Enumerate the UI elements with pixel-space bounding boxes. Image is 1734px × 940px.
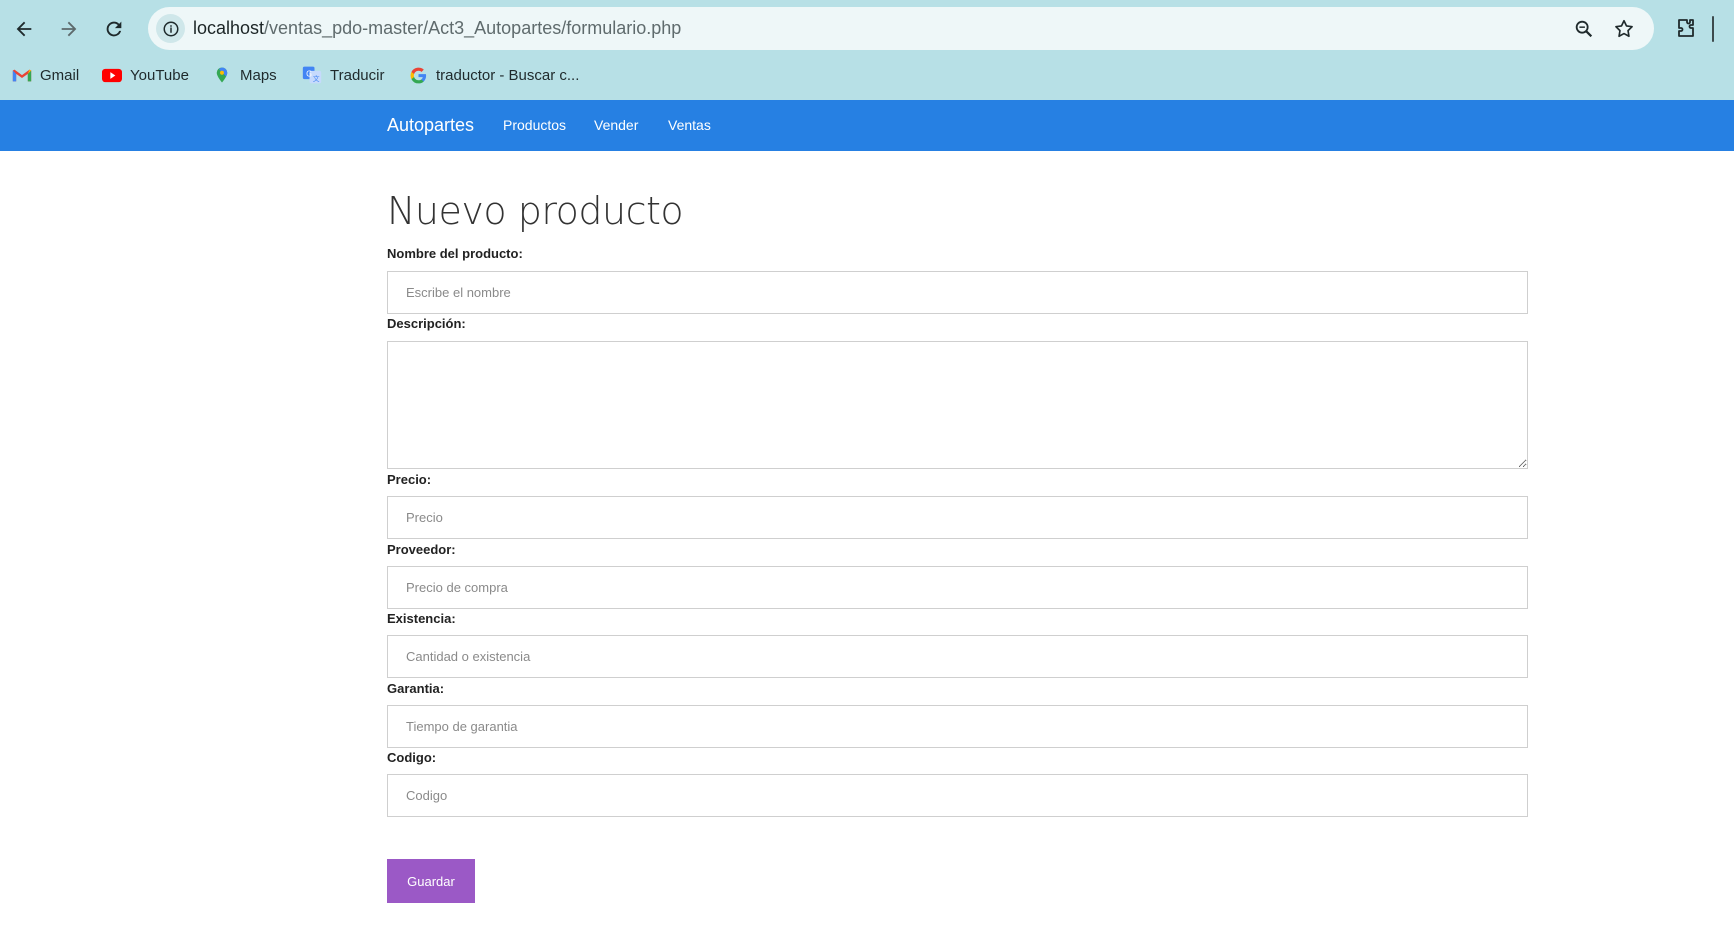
- bookmark-label: Maps: [240, 66, 277, 84]
- app-navbar: Autopartes Productos Vender Ventas: [0, 100, 1734, 151]
- google-icon: [408, 65, 428, 85]
- bookmark-traducir[interactable]: G文 Traducir: [302, 62, 384, 88]
- back-button[interactable]: [7, 12, 41, 46]
- bookmark-label: YouTube: [130, 66, 189, 84]
- proveedor-input[interactable]: [387, 566, 1528, 609]
- bookmark-traductor[interactable]: traductor - Buscar c...: [408, 62, 579, 88]
- existencia-input[interactable]: [387, 635, 1528, 678]
- window-divider: [1712, 16, 1714, 42]
- codigo-label: Codigo:: [387, 750, 437, 765]
- nav-link-productos[interactable]: Productos: [503, 100, 566, 151]
- zoom-icon[interactable]: [1572, 17, 1596, 41]
- gmail-icon: [12, 65, 32, 85]
- bookmarks-bar: Gmail YouTube Maps G文 Traducir traductor…: [0, 58, 1734, 92]
- bookmark-label: Gmail: [40, 66, 80, 84]
- url-host: localhost: [193, 18, 265, 38]
- nav-link-vender[interactable]: Vender: [594, 100, 638, 151]
- garantia-input[interactable]: [387, 705, 1528, 748]
- svg-text:G: G: [306, 70, 312, 79]
- forward-button[interactable]: [52, 12, 86, 46]
- browser-toolbar: localhost/ventas_pdo-master/Act3_Autopar…: [0, 0, 1734, 56]
- url-path: /ventas_pdo-master/Act3_Autopartes/formu…: [264, 18, 682, 38]
- arrow-right-icon: [61, 21, 77, 37]
- proveedor-label: Proveedor:: [387, 542, 456, 557]
- extensions-icon[interactable]: [1672, 14, 1700, 42]
- arrow-left-icon: [16, 21, 32, 37]
- bookmark-label: traductor - Buscar c...: [436, 66, 580, 84]
- garantia-label: Garantia:: [387, 681, 445, 696]
- codigo-input[interactable]: [387, 774, 1528, 817]
- url-text[interactable]: localhost/ventas_pdo-master/Act3_Autopar…: [193, 7, 681, 50]
- precio-input[interactable]: [387, 496, 1528, 539]
- descripcion-textarea[interactable]: [387, 341, 1528, 469]
- bookmark-youtube[interactable]: YouTube: [102, 62, 189, 88]
- youtube-icon: [102, 65, 122, 85]
- translate-icon: G文: [302, 65, 322, 85]
- descripcion-label: Descripción:: [387, 316, 466, 331]
- reload-icon: [106, 21, 122, 37]
- address-bar[interactable]: localhost/ventas_pdo-master/Act3_Autopar…: [148, 7, 1654, 50]
- svg-text:文: 文: [313, 74, 320, 83]
- bookmark-maps[interactable]: Maps: [212, 62, 277, 88]
- bookmark-label: Traducir: [330, 66, 385, 84]
- nombre-label: Nombre del producto:: [387, 246, 523, 261]
- nombre-input[interactable]: [387, 271, 1528, 314]
- existencia-label: Existencia:: [387, 611, 456, 626]
- bookmark-gmail[interactable]: Gmail: [12, 62, 79, 88]
- page-title: Nuevo producto: [387, 189, 684, 233]
- site-info-icon[interactable]: [156, 14, 185, 43]
- browser-chrome: localhost/ventas_pdo-master/Act3_Autopar…: [0, 0, 1734, 100]
- reload-button[interactable]: [97, 12, 131, 46]
- guardar-button[interactable]: Guardar: [387, 859, 475, 903]
- nav-link-ventas[interactable]: Ventas: [668, 100, 711, 151]
- bookmark-star-icon[interactable]: [1612, 17, 1636, 41]
- maps-icon: [212, 65, 232, 85]
- precio-label: Precio:: [387, 472, 432, 487]
- navbar-brand[interactable]: Autopartes: [387, 100, 474, 151]
